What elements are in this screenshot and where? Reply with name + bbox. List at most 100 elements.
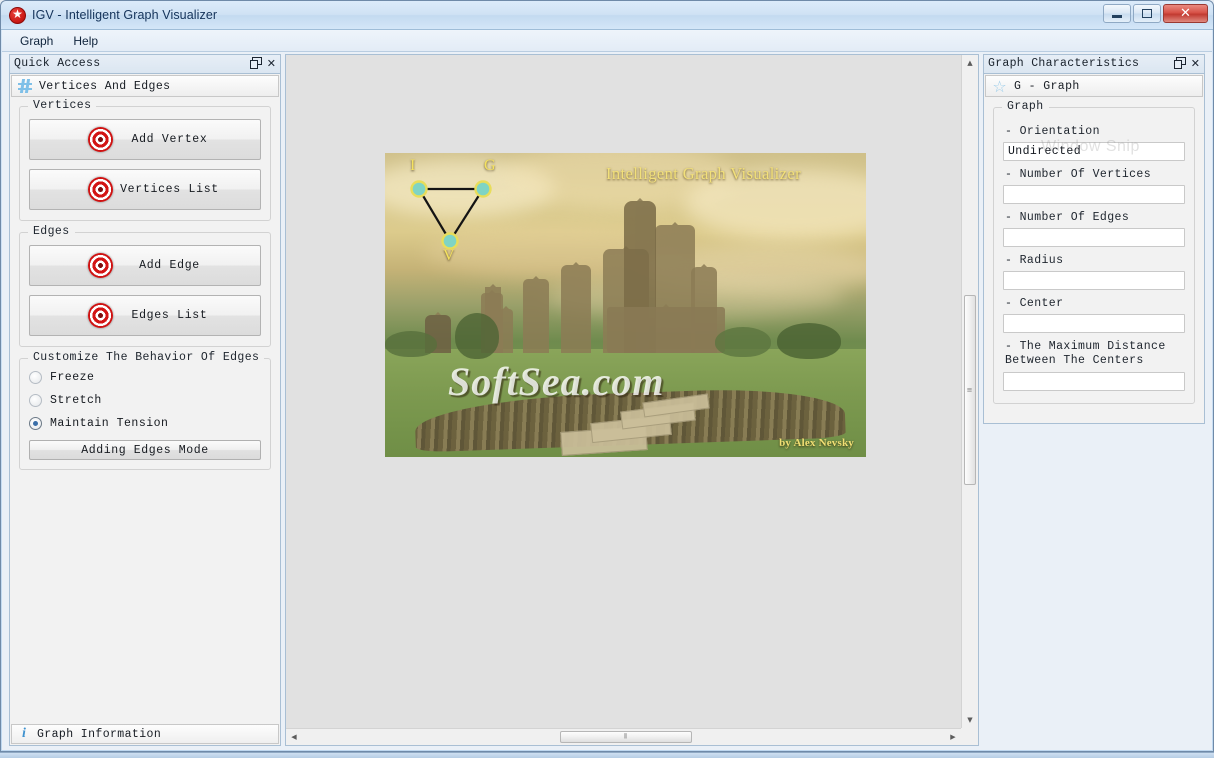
taskbar-sliver bbox=[0, 752, 1214, 758]
label-orientation: - Orientation bbox=[1005, 125, 1100, 138]
scroll-right-arrow[interactable]: ▶ bbox=[945, 729, 961, 745]
graph-overlay bbox=[410, 180, 492, 250]
group-edges: Edges Add Edge Edges List bbox=[19, 225, 271, 347]
vertical-scroll-thumb[interactable]: ≡ bbox=[964, 295, 976, 485]
radio-option-stretch[interactable]: Stretch bbox=[29, 394, 261, 407]
label-radius: - Radius bbox=[1005, 254, 1064, 267]
window-controls: ✕ bbox=[1103, 4, 1208, 23]
add-vertex-button[interactable]: Add Vertex bbox=[29, 119, 261, 160]
label-number-of-edges: - Number Of Edges bbox=[1005, 211, 1130, 224]
window-frame: IGV - Intelligent Graph Visualizer ✕ Gra… bbox=[0, 0, 1214, 752]
field-number-of-edges[interactable] bbox=[1003, 228, 1185, 247]
field-number-of-vertices[interactable] bbox=[1003, 185, 1185, 204]
edges-list-button[interactable]: Edges List bbox=[29, 295, 261, 336]
bullseye-icon bbox=[88, 303, 113, 328]
radio-icon-selected bbox=[29, 417, 42, 430]
vertices-list-label: Vertices List bbox=[120, 183, 219, 196]
restore-icon[interactable] bbox=[1173, 57, 1186, 69]
scroll-down-arrow[interactable]: ▼ bbox=[962, 712, 978, 728]
tab-label: Vertices And Edges bbox=[39, 79, 171, 93]
quick-access-header-buttons: ✕ bbox=[249, 57, 276, 70]
app-star-icon bbox=[9, 6, 26, 24]
add-edge-label: Add Edge bbox=[139, 259, 200, 272]
field-radius[interactable] bbox=[1003, 271, 1185, 290]
vertex-label-v: V bbox=[443, 247, 455, 264]
group-edge-behavior-legend: Customize The Behavior Of Edges bbox=[28, 351, 265, 364]
vertex-label-g: G bbox=[484, 157, 496, 174]
radio-label-freeze: Freeze bbox=[50, 371, 95, 384]
field-max-distance-between-centers[interactable] bbox=[1003, 372, 1185, 391]
star-icon: ☆ bbox=[992, 76, 1007, 96]
adding-edges-mode-button[interactable]: Adding Edges Mode bbox=[29, 440, 261, 460]
vertices-list-button[interactable]: Vertices List bbox=[29, 169, 261, 210]
field-center[interactable] bbox=[1003, 314, 1185, 333]
graph-canvas-container: Intelligent Graph Visualizer SoftSea.com… bbox=[285, 54, 979, 746]
bullseye-icon bbox=[88, 127, 113, 152]
canvas-vertical-scrollbar[interactable]: ▲ ≡ ▼ bbox=[961, 55, 978, 728]
label-max-distance-between-centers: - The Maximum Distance Between The Cente… bbox=[1005, 340, 1166, 367]
radio-option-maintain-tension[interactable]: Maintain Tension bbox=[29, 417, 261, 430]
bullseye-icon bbox=[88, 253, 113, 278]
vertex-label-i: I bbox=[410, 157, 416, 174]
maximize-icon bbox=[1134, 5, 1160, 22]
info-icon: i bbox=[22, 726, 26, 741]
tab-g-graph[interactable]: ☆ G - Graph bbox=[985, 75, 1203, 97]
graph-characteristics-header: Graph Characteristics ✕ bbox=[983, 54, 1205, 73]
graph-canvas[interactable]: Intelligent Graph Visualizer SoftSea.com… bbox=[286, 55, 961, 728]
quick-access-panel-header: Quick Access ✕ bbox=[9, 54, 281, 73]
group-vertices-legend: Vertices bbox=[28, 99, 97, 112]
graph-information-tab[interactable]: i Graph Information bbox=[11, 724, 279, 744]
application-window: IGV - Intelligent Graph Visualizer ✕ Gra… bbox=[0, 0, 1214, 758]
scroll-grip-icon: ⫴ bbox=[624, 732, 628, 741]
radio-icon bbox=[29, 371, 42, 384]
title-bar: IGV - Intelligent Graph Visualizer ✕ bbox=[1, 1, 1213, 30]
maximize-button[interactable] bbox=[1133, 4, 1161, 23]
scroll-grip-icon: ≡ bbox=[966, 386, 974, 394]
canvas-horizontal-scrollbar[interactable]: ◀ ⫴ ▶ bbox=[286, 728, 961, 745]
window-title: IGV - Intelligent Graph Visualizer bbox=[32, 8, 218, 22]
radio-option-freeze[interactable]: Freeze bbox=[29, 371, 261, 384]
minimize-button[interactable] bbox=[1103, 4, 1131, 23]
quick-access-title: Quick Access bbox=[14, 57, 101, 70]
quick-access-panel: Quick Access ✕ Vertices And Edges Vertic… bbox=[9, 54, 281, 746]
background-photo: Intelligent Graph Visualizer SoftSea.com… bbox=[385, 153, 866, 457]
work-area: Quick Access ✕ Vertices And Edges Vertic… bbox=[2, 52, 1212, 750]
tab-label: G - Graph bbox=[1014, 79, 1080, 93]
add-edge-button[interactable]: Add Edge bbox=[29, 245, 261, 286]
group-graph: Graph - Orientation Undirected - Number … bbox=[993, 100, 1195, 404]
restore-icon[interactable] bbox=[249, 57, 262, 69]
edges-list-label: Edges List bbox=[131, 309, 208, 322]
graph-characteristics-content: Graph - Orientation Undirected - Number … bbox=[984, 98, 1204, 423]
graph-information-label: Graph Information bbox=[37, 727, 162, 741]
quick-access-panel-body: Vertices And Edges Vertices Add Vertex V… bbox=[9, 73, 281, 746]
hash-icon bbox=[18, 79, 32, 93]
close-icon[interactable]: ✕ bbox=[1191, 57, 1200, 70]
group-edge-behavior: Customize The Behavior Of Edges Freeze S… bbox=[19, 351, 271, 470]
label-number-of-vertices: - Number Of Vertices bbox=[1005, 168, 1152, 181]
group-edges-legend: Edges bbox=[28, 225, 75, 238]
graph-characteristics-panel: Graph Characteristics ✕ ☆ G - Graph Grap… bbox=[983, 54, 1205, 424]
scroll-left-arrow[interactable]: ◀ bbox=[286, 729, 302, 745]
minimize-icon bbox=[1104, 5, 1130, 22]
field-orientation[interactable]: Undirected bbox=[1003, 142, 1185, 161]
add-vertex-label: Add Vertex bbox=[131, 133, 208, 146]
graph-characteristics-header-buttons: ✕ bbox=[1173, 57, 1200, 70]
menu-item-graph[interactable]: Graph bbox=[12, 32, 61, 50]
bullseye-icon bbox=[88, 177, 113, 202]
horizontal-scroll-thumb[interactable]: ⫴ bbox=[560, 731, 692, 743]
close-button[interactable]: ✕ bbox=[1163, 4, 1208, 23]
scroll-up-arrow[interactable]: ▲ bbox=[962, 55, 978, 71]
group-vertices: Vertices Add Vertex Vertices List bbox=[19, 99, 271, 221]
menu-item-help[interactable]: Help bbox=[65, 32, 106, 50]
label-center: - Center bbox=[1005, 297, 1064, 310]
scrollbar-corner bbox=[961, 728, 978, 745]
graph-characteristics-body: ☆ G - Graph Graph - Orientation Undirect… bbox=[983, 73, 1205, 424]
radio-label-stretch: Stretch bbox=[50, 394, 102, 407]
tab-vertices-and-edges[interactable]: Vertices And Edges bbox=[11, 75, 279, 97]
close-icon: ✕ bbox=[1180, 6, 1191, 21]
graph-characteristics-title: Graph Characteristics bbox=[988, 57, 1140, 70]
quick-access-content: Vertices Add Vertex Vertices List Edges … bbox=[10, 98, 280, 724]
radio-icon bbox=[29, 394, 42, 407]
group-graph-legend: Graph bbox=[1002, 100, 1049, 113]
close-icon[interactable]: ✕ bbox=[267, 57, 276, 70]
